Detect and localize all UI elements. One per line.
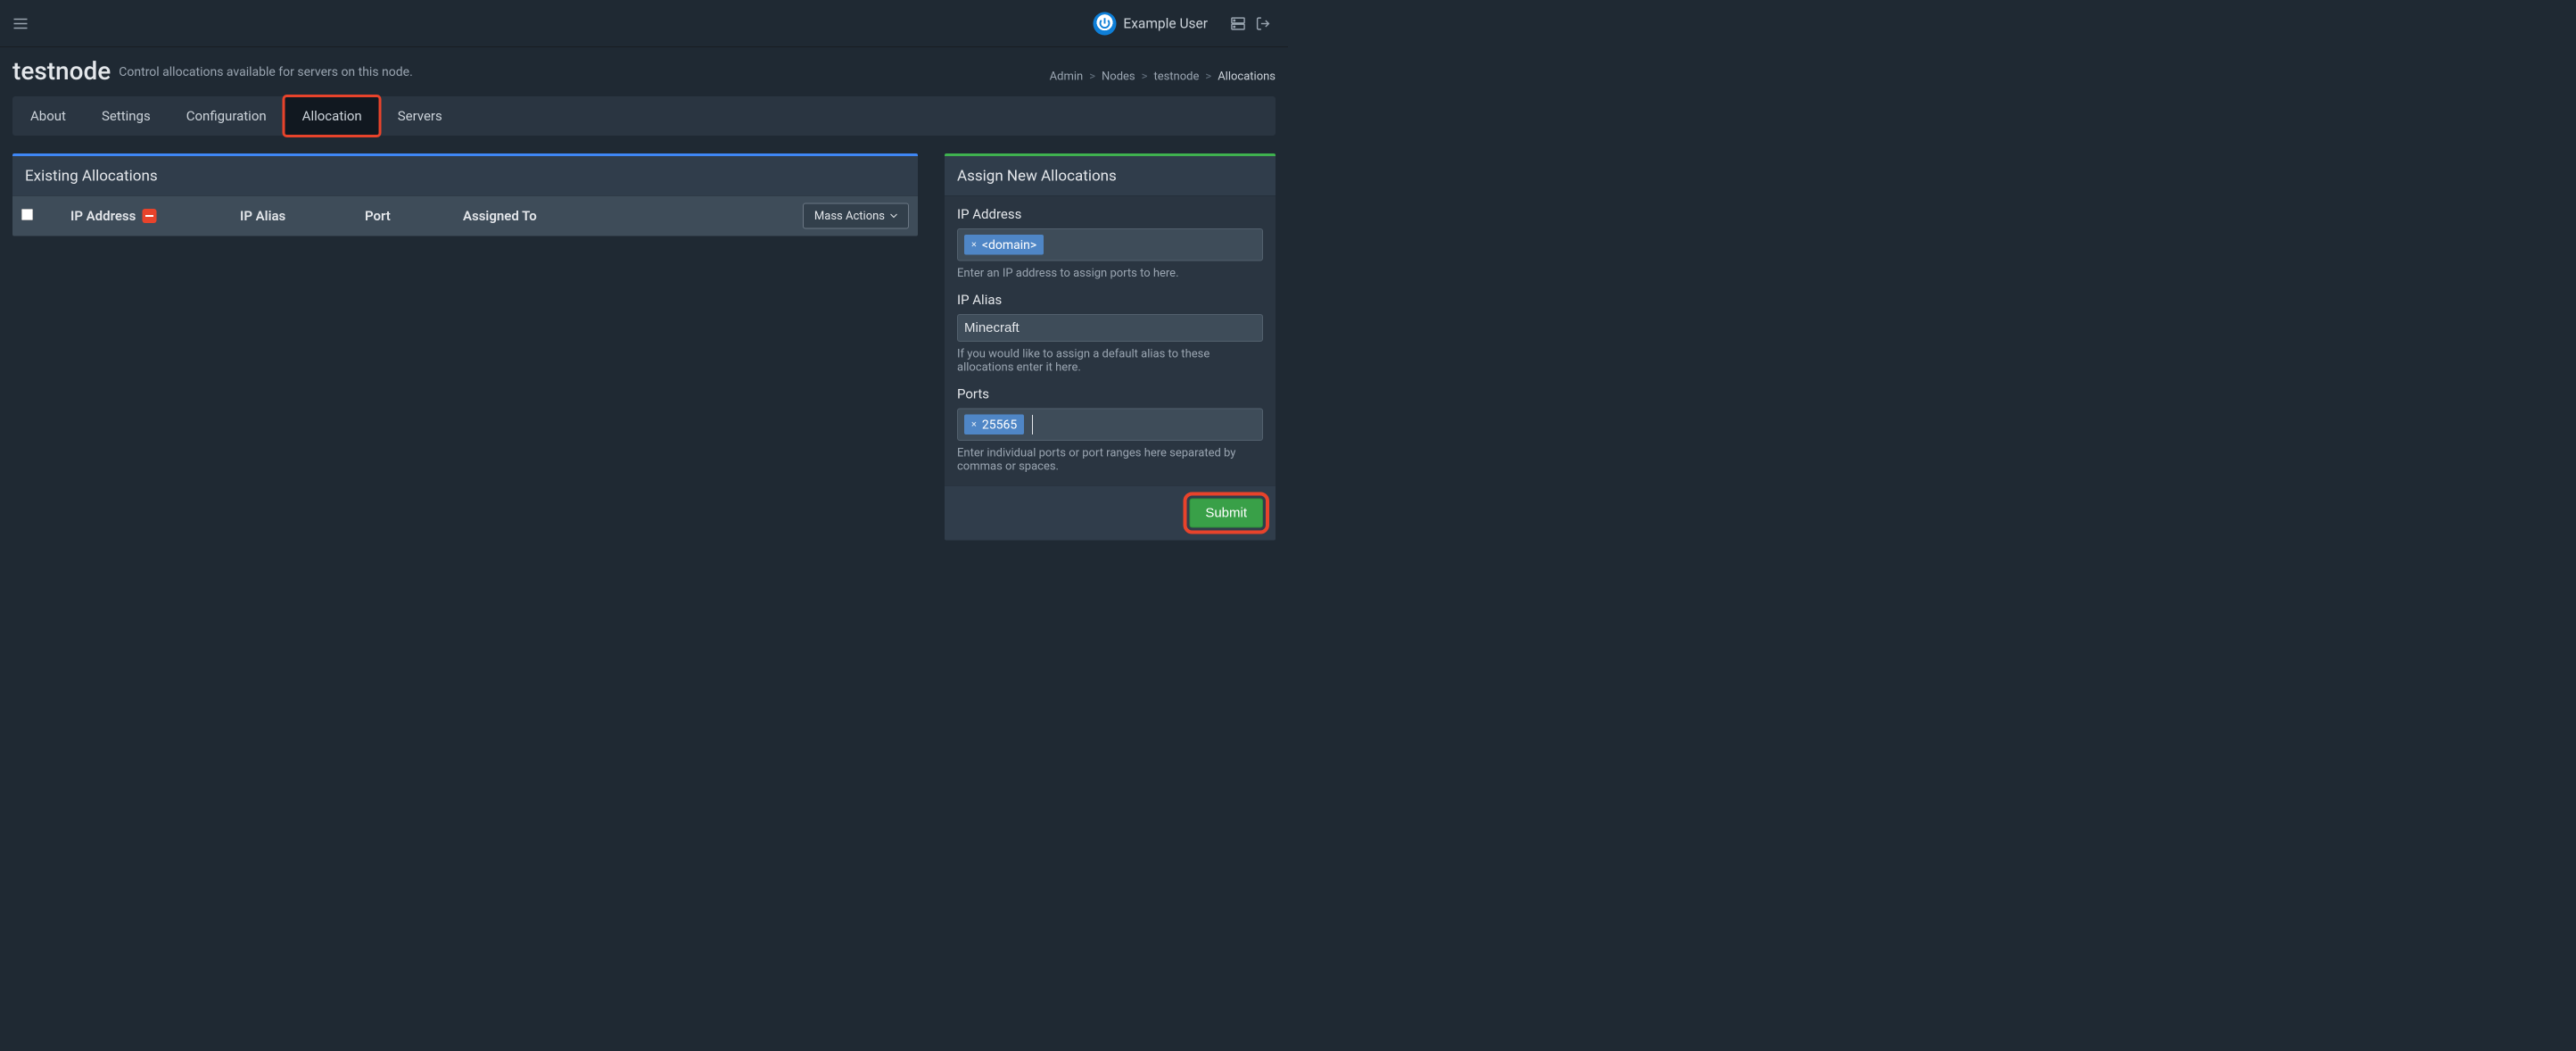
- ip-address-tag-text: <domain>: [982, 237, 1036, 252]
- mass-actions-dropdown[interactable]: Mass Actions: [803, 203, 909, 229]
- node-tabs: About Settings Configuration Allocation …: [12, 96, 1276, 136]
- breadcrumb: Admin > Nodes > testnode > Allocations: [1050, 70, 1276, 83]
- select-all-checkbox[interactable]: [21, 209, 33, 220]
- breadcrumb-admin[interactable]: Admin: [1050, 70, 1084, 83]
- page-subtitle: Control allocations available for server…: [119, 64, 412, 79]
- user-menu[interactable]: Example User: [1093, 12, 1208, 35]
- content-header: testnode Control allocations available f…: [0, 47, 1288, 96]
- remove-ip-block-button[interactable]: [142, 209, 156, 223]
- servers-view-button[interactable]: [1226, 11, 1251, 36]
- assign-new-title: Assign New Allocations: [945, 156, 1276, 196]
- allocations-table-header: IP Address IP Alias Port Assigned To Mas…: [12, 196, 918, 236]
- ports-label: Ports: [957, 386, 1263, 402]
- existing-allocations-title: Existing Allocations: [12, 156, 918, 196]
- breadcrumb-allocations: Allocations: [1218, 70, 1276, 83]
- ip-address-help: Enter an IP address to assign ports to h…: [957, 267, 1263, 280]
- hamburger-icon: [14, 18, 28, 29]
- column-ip-alias: IP Alias: [240, 208, 365, 224]
- breadcrumb-node-testnode[interactable]: testnode: [1153, 70, 1199, 83]
- ports-help: Enter individual ports or port ranges he…: [957, 446, 1263, 473]
- ip-alias-help: If you would like to assign a default al…: [957, 347, 1263, 374]
- column-ip-address: IP Address: [70, 208, 136, 224]
- server-icon: [1231, 16, 1246, 31]
- column-assigned-to: Assigned To: [463, 208, 628, 224]
- power-icon: [1098, 17, 1111, 30]
- ip-alias-label: IP Alias: [957, 293, 1263, 309]
- existing-allocations-box: Existing Allocations IP Address IP Alias…: [12, 153, 918, 236]
- tab-servers[interactable]: Servers: [380, 96, 460, 136]
- tab-configuration[interactable]: Configuration: [169, 96, 285, 136]
- remove-tag-icon[interactable]: ×: [971, 419, 977, 431]
- top-navbar: Example User: [0, 0, 1288, 47]
- breadcrumb-nodes[interactable]: Nodes: [1102, 70, 1135, 83]
- ip-address-input[interactable]: × <domain>: [957, 228, 1263, 261]
- user-name: Example User: [1123, 15, 1208, 32]
- ports-tag-text: 25565: [982, 418, 1017, 433]
- caret-down-icon: [890, 214, 897, 219]
- text-cursor-icon: [1032, 415, 1033, 434]
- ip-address-tag[interactable]: × <domain>: [964, 235, 1044, 255]
- page-title: testnode: [12, 56, 111, 86]
- logout-button[interactable]: [1251, 11, 1276, 36]
- assign-new-allocations-box: Assign New Allocations IP Address × <dom…: [945, 153, 1276, 541]
- tab-settings[interactable]: Settings: [84, 96, 169, 136]
- ports-tag[interactable]: × 25565: [964, 415, 1024, 435]
- ip-alias-input[interactable]: [957, 314, 1263, 342]
- tab-about[interactable]: About: [12, 96, 84, 136]
- user-avatar: [1093, 12, 1116, 35]
- submit-button[interactable]: Submit: [1189, 499, 1263, 528]
- column-port: Port: [365, 208, 463, 224]
- logout-icon: [1256, 16, 1271, 31]
- ports-input[interactable]: × 25565: [957, 409, 1263, 442]
- ip-address-label: IP Address: [957, 207, 1263, 223]
- minus-icon: [145, 215, 153, 217]
- remove-tag-icon[interactable]: ×: [971, 239, 977, 251]
- tab-allocation[interactable]: Allocation: [285, 96, 380, 136]
- mass-actions-label: Mass Actions: [814, 210, 885, 223]
- menu-toggle-button[interactable]: [12, 15, 29, 31]
